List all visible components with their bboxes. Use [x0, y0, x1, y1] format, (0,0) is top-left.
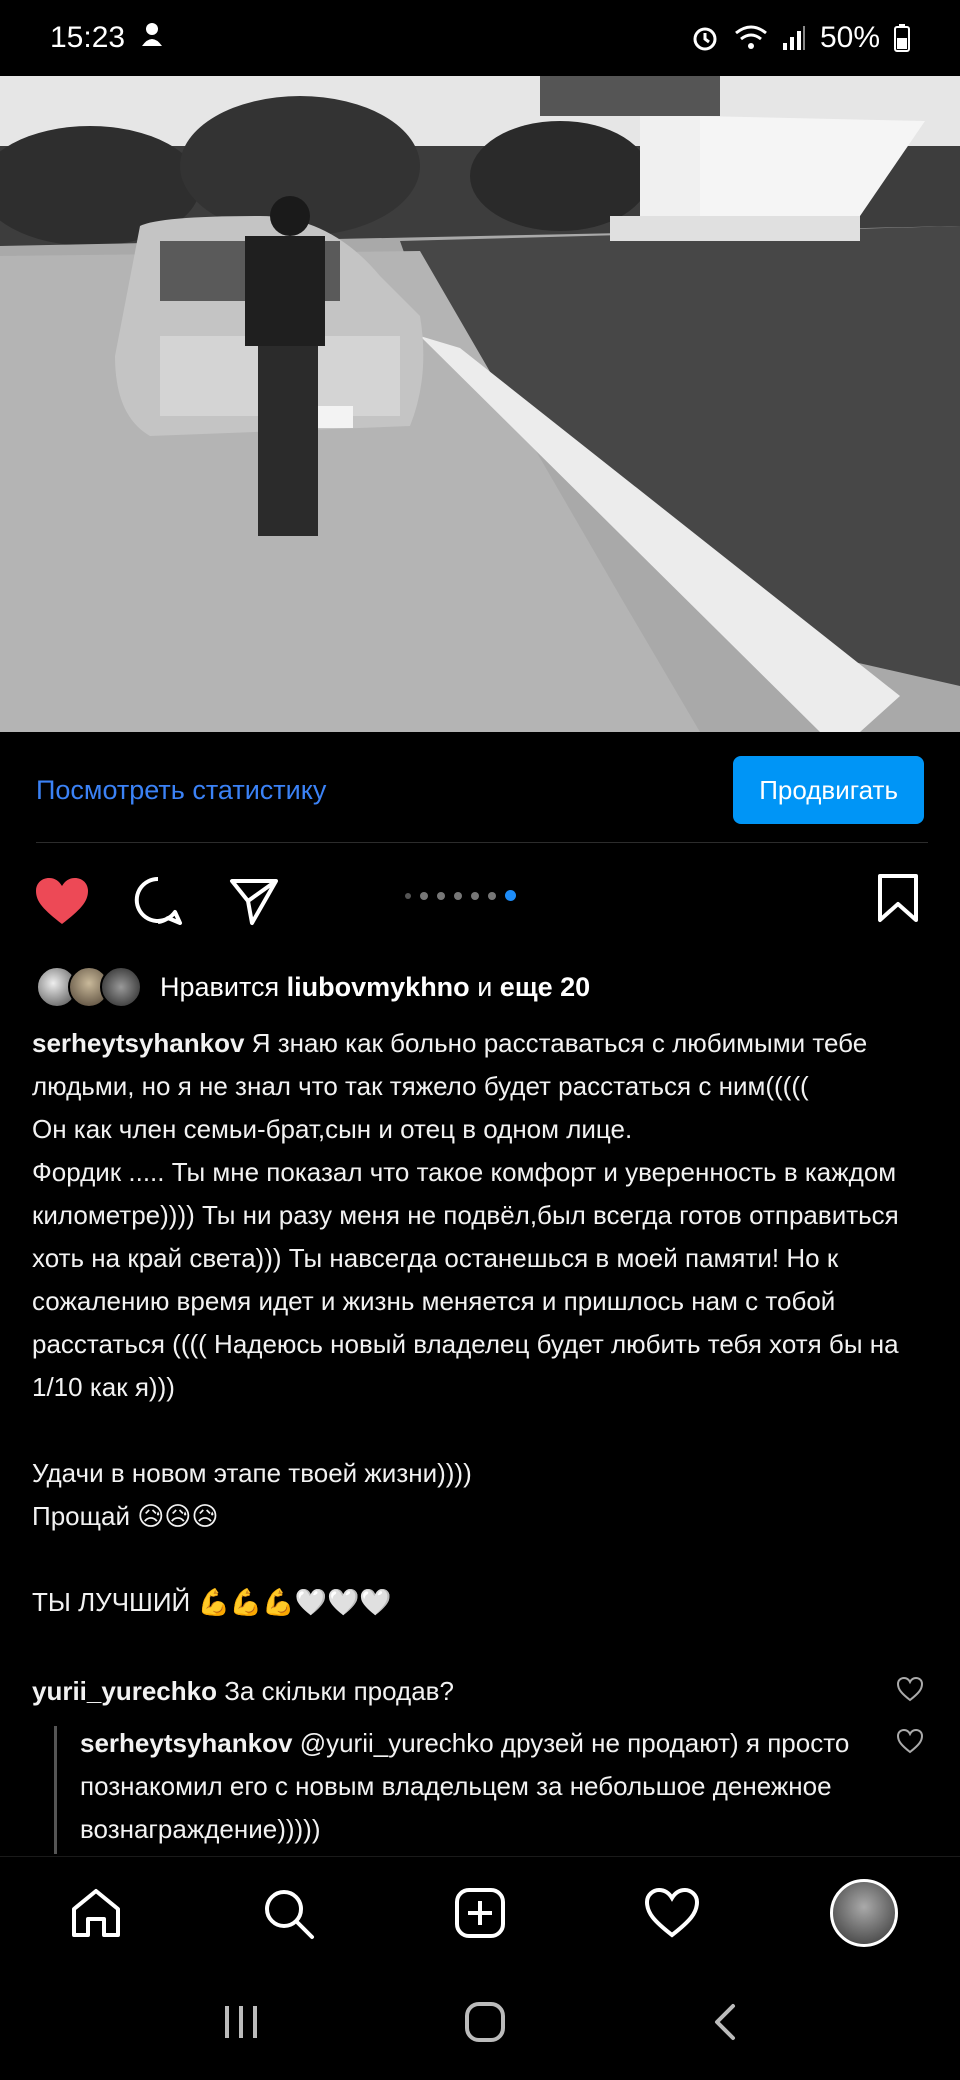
carousel-indicator	[405, 890, 516, 901]
wifi-icon	[734, 24, 768, 52]
carousel-dot	[437, 891, 445, 900]
bookmark-icon[interactable]	[868, 868, 928, 928]
heart-filled-icon[interactable]	[32, 871, 92, 931]
status-right: 50%	[690, 21, 910, 55]
signal-icon	[782, 25, 806, 51]
home-icon[interactable]	[61, 1878, 131, 1948]
carousel-dot	[471, 891, 479, 900]
comment-icon[interactable]	[128, 871, 188, 931]
divider	[36, 842, 928, 843]
carousel-dot	[420, 891, 428, 900]
post-caption: serheytsyhankov Я знаю как больно расста…	[32, 1022, 912, 1624]
liker-avatars	[36, 966, 142, 1008]
notification-icon	[139, 20, 165, 56]
profile-avatar-button[interactable]	[829, 1878, 899, 1948]
carousel-dot	[488, 891, 496, 900]
caption-author[interactable]: serheytsyhankov	[32, 1028, 244, 1058]
promote-button[interactable]: Продвигать	[733, 756, 924, 824]
view-stats-link[interactable]: Посмотреть статистику	[36, 775, 326, 806]
avatar	[100, 966, 142, 1008]
search-icon[interactable]	[253, 1878, 323, 1948]
reply-like-icon[interactable]	[896, 1728, 924, 1756]
likes-prefix: Нравится	[160, 971, 280, 1002]
carousel-dot	[454, 891, 462, 900]
home-button-icon[interactable]	[463, 2000, 507, 2049]
photo-scene	[0, 76, 960, 732]
system-nav	[0, 1968, 960, 2080]
comment-like-icon[interactable]	[896, 1676, 924, 1704]
status-time: 15:23	[50, 21, 126, 54]
create-post-icon[interactable]	[445, 1878, 515, 1948]
back-icon[interactable]	[709, 2002, 739, 2047]
comment-text: За скільки продав?	[224, 1676, 454, 1706]
likes-user[interactable]: liubovmykhno	[287, 972, 470, 1003]
carousel-dot	[405, 892, 411, 899]
bottom-nav	[0, 1856, 960, 1969]
likes-connector: и	[477, 971, 493, 1002]
likes-summary[interactable]: Нравится liubovmykhno и еще 20	[36, 962, 590, 1012]
send-icon[interactable]	[224, 871, 284, 931]
battery-icon	[894, 24, 910, 52]
status-left: 15:23	[50, 20, 165, 56]
reply-thread-line	[54, 1726, 57, 1854]
battery-percent: 50%	[819, 21, 880, 54]
post-photo[interactable]	[0, 76, 960, 732]
alarm-icon	[690, 23, 720, 53]
caption-text: Я знаю как больно расставаться с любимым…	[32, 1028, 899, 1617]
carousel-dot-active	[505, 890, 516, 901]
avatar	[830, 1879, 898, 1947]
reply-comment: serheytsyhankov @yurii_yurechko друзей н…	[80, 1722, 880, 1851]
recent-apps-icon[interactable]	[221, 2004, 261, 2045]
likes-others[interactable]: еще 20	[500, 972, 590, 1003]
status-bar: 15:23 50%	[0, 0, 960, 76]
comment: yurii_yurechko За скільки продав?	[32, 1670, 872, 1713]
comment-author[interactable]: yurii_yurechko	[32, 1676, 217, 1706]
reply-author[interactable]: serheytsyhankov	[80, 1728, 292, 1758]
post-actions	[0, 868, 960, 934]
insights-row: Посмотреть статистику Продвигать	[0, 748, 960, 832]
activity-heart-icon[interactable]	[637, 1878, 707, 1948]
